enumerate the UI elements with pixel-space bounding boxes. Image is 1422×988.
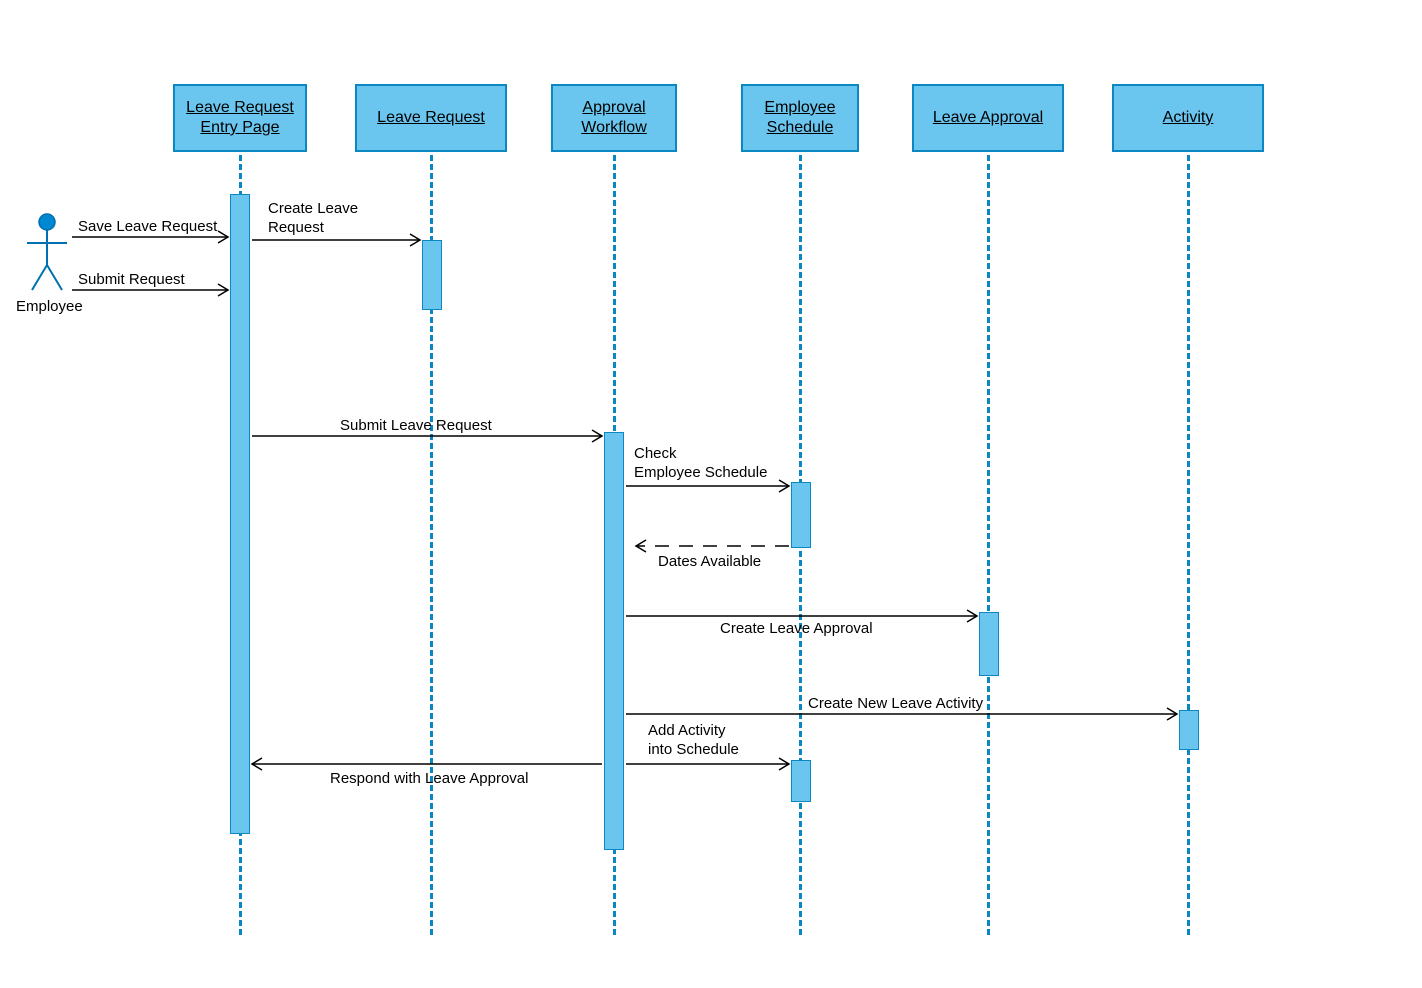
participant-label: Activity xyxy=(1163,108,1214,128)
activation-employee-schedule-2 xyxy=(791,760,811,802)
participant-label: Leave Request xyxy=(377,108,485,128)
msg-check-employee-schedule: Check Employee Schedule xyxy=(634,445,767,483)
msg-add-activity-into-schedule: Add Activity into Schedule xyxy=(648,722,739,760)
participant-label: Leave Approval xyxy=(933,108,1043,128)
participant-activity: Activity xyxy=(1112,84,1264,152)
participant-employee-schedule: Employee Schedule xyxy=(741,84,859,152)
actor-label: Employee xyxy=(16,298,83,315)
msg-create-new-leave-activity: Create New Leave Activity xyxy=(808,695,983,714)
msg-submit-leave-request: Submit Leave Request xyxy=(340,417,492,436)
msg-create-leave-request: Create Leave Request xyxy=(268,200,358,238)
msg-submit-request: Submit Request xyxy=(78,271,185,290)
activation-activity xyxy=(1179,710,1199,750)
msg-dates-available: Dates Available xyxy=(658,553,761,572)
participant-label: Employee Schedule xyxy=(751,98,849,138)
activation-leave-request xyxy=(422,240,442,310)
participant-entry-page: Leave Request Entry Page xyxy=(173,84,307,152)
msg-respond-with-leave-approval: Respond with Leave Approval xyxy=(330,770,528,789)
msg-create-leave-approval: Create Leave Approval xyxy=(720,620,873,639)
lifeline-leave-approval xyxy=(987,155,990,935)
activation-leave-approval xyxy=(979,612,999,676)
activation-entry-page xyxy=(230,194,250,834)
participant-approval-workflow: Approval Workflow xyxy=(551,84,677,152)
msg-save-leave-request: Save Leave Request xyxy=(78,218,217,237)
activation-employee-schedule-1 xyxy=(791,482,811,548)
activation-approval-workflow xyxy=(604,432,624,850)
participant-label: Approval Workflow xyxy=(561,98,667,138)
participant-leave-request: Leave Request xyxy=(355,84,507,152)
participant-leave-approval: Leave Approval xyxy=(912,84,1064,152)
participant-label: Leave Request Entry Page xyxy=(183,98,297,138)
lifeline-activity xyxy=(1187,155,1190,935)
